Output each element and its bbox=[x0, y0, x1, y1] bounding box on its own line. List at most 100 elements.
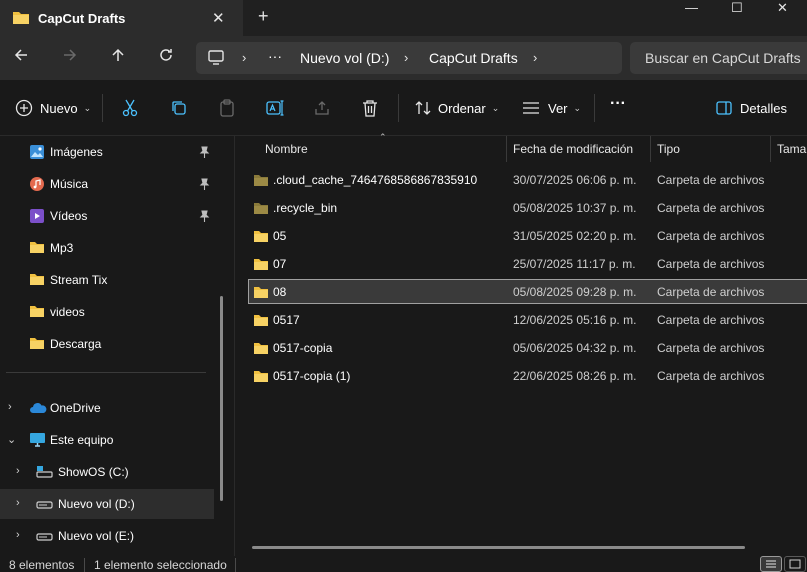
file-row[interactable]: 0517-copia (1) 22/06/2025 08:26 p. m. Ca… bbox=[249, 364, 807, 388]
column-divider[interactable] bbox=[770, 136, 771, 162]
sidebar-item-este-equipo[interactable]: ⌄ Este equipo bbox=[0, 425, 214, 455]
close-window-button[interactable]: ✕ bbox=[777, 0, 788, 16]
refresh-button[interactable] bbox=[154, 46, 178, 70]
column-date-modified[interactable]: Fecha de modificación bbox=[513, 142, 633, 156]
file-row[interactable]: 07 25/07/2025 11:17 p. m. Carpeta de arc… bbox=[249, 252, 807, 276]
chevron-right-icon[interactable]: › bbox=[8, 401, 12, 413]
sidebar-item-musica[interactable]: Música bbox=[0, 169, 214, 199]
navigation-pane: Imágenes Música Vídeos Mp3 Stream Tix vi… bbox=[0, 136, 234, 556]
sidebar-item-label: Nuevo vol (E:) bbox=[58, 529, 135, 543]
address-bar[interactable]: › ··· Nuevo vol (D:) › CapCut Drafts › bbox=[196, 42, 622, 74]
folder-icon bbox=[253, 285, 269, 302]
horizontal-scrollbar[interactable] bbox=[252, 546, 745, 549]
back-button[interactable] bbox=[9, 46, 33, 70]
tiles-view-button[interactable] bbox=[784, 556, 806, 572]
file-type: Carpeta de archivos bbox=[657, 369, 765, 383]
divider bbox=[235, 558, 236, 572]
scissors-icon bbox=[122, 99, 138, 117]
divider bbox=[594, 94, 595, 122]
window-tab[interactable]: CapCut Drafts ✕ bbox=[0, 0, 243, 36]
sort-button[interactable]: Ordenar ⌄ bbox=[414, 98, 499, 118]
divider bbox=[398, 94, 399, 122]
up-button[interactable] bbox=[106, 46, 130, 70]
view-button[interactable]: Ver ⌄ bbox=[522, 98, 581, 118]
file-date: 22/06/2025 08:26 p. m. bbox=[513, 369, 637, 383]
column-divider[interactable] bbox=[506, 136, 507, 162]
command-bar: Nuevo ⌄ Ordenar ⌄ Ver ⌄ ··· Detalles bbox=[0, 80, 807, 136]
sidebar-item-mp3[interactable]: Mp3 bbox=[0, 233, 214, 263]
folder-icon bbox=[253, 201, 269, 218]
chevron-down-icon[interactable]: ⌄ bbox=[7, 433, 16, 446]
sidebar-item-descarga[interactable]: Descarga bbox=[0, 329, 214, 359]
file-type: Carpeta de archivos bbox=[657, 201, 765, 215]
file-name: .recycle_bin bbox=[273, 201, 338, 215]
new-button[interactable]: Nuevo ⌄ bbox=[15, 98, 91, 118]
file-row[interactable]: 0517 12/06/2025 05:16 p. m. Carpeta de a… bbox=[249, 308, 807, 332]
sidebar-item-videos-library[interactable]: Vídeos bbox=[0, 201, 214, 231]
chevron-right-icon[interactable]: › bbox=[533, 50, 537, 65]
sidebar-item-drive-e[interactable]: › Nuevo vol (E:) bbox=[0, 521, 214, 551]
maximize-button[interactable]: ☐ bbox=[731, 0, 743, 16]
minimize-button[interactable]: — bbox=[685, 0, 698, 16]
breadcrumb-capcut-drafts[interactable]: CapCut Drafts bbox=[429, 50, 518, 66]
breadcrumb-drive-d[interactable]: Nuevo vol (D:) bbox=[300, 50, 389, 66]
chevron-right-icon[interactable]: › bbox=[16, 529, 20, 541]
file-date: 05/08/2025 09:28 p. m. bbox=[513, 285, 637, 299]
tab-title: CapCut Drafts bbox=[38, 11, 126, 26]
folder-icon bbox=[253, 369, 269, 386]
file-date: 05/06/2025 04:32 p. m. bbox=[513, 341, 637, 355]
folder-icon bbox=[29, 272, 45, 289]
file-name: 0517 bbox=[273, 313, 300, 327]
this-pc-icon bbox=[29, 432, 46, 451]
copy-button[interactable] bbox=[171, 98, 187, 118]
delete-button[interactable] bbox=[362, 98, 378, 118]
folder-icon bbox=[253, 173, 269, 190]
file-row[interactable]: .recycle_bin 05/08/2025 10:37 p. m. Carp… bbox=[249, 196, 807, 220]
file-date: 30/07/2025 06:06 p. m. bbox=[513, 173, 637, 187]
folder-icon bbox=[29, 240, 45, 257]
paste-button[interactable] bbox=[219, 98, 235, 118]
chevron-right-icon[interactable]: › bbox=[16, 497, 20, 509]
sidebar-item-onedrive[interactable]: › OneDrive bbox=[0, 393, 214, 423]
column-divider[interactable] bbox=[650, 136, 651, 162]
rename-button[interactable] bbox=[266, 98, 284, 118]
folder-icon bbox=[253, 341, 269, 358]
new-tab-button[interactable]: + bbox=[258, 6, 269, 27]
close-tab-icon[interactable]: ✕ bbox=[212, 9, 225, 27]
chevron-right-icon[interactable]: › bbox=[16, 465, 20, 477]
sidebar-item-drive-c[interactable]: › ShowOS (C:) bbox=[0, 457, 214, 487]
pin-icon[interactable] bbox=[199, 178, 210, 193]
file-row-selected[interactable]: 08 05/08/2025 09:28 p. m. Carpeta de arc… bbox=[248, 279, 807, 304]
column-name[interactable]: Nombre bbox=[265, 142, 308, 156]
sidebar-item-stream-tix[interactable]: Stream Tix bbox=[0, 265, 214, 295]
details-view-button[interactable] bbox=[760, 556, 782, 572]
sidebar-item-label: videos bbox=[50, 305, 85, 319]
videos-icon bbox=[29, 208, 45, 227]
file-row[interactable]: .cloud_cache_7464768586867835910 30/07/2… bbox=[249, 168, 807, 192]
file-row[interactable]: 05 31/05/2025 02:20 p. m. Carpeta de arc… bbox=[249, 224, 807, 248]
column-type[interactable]: Tipo bbox=[657, 142, 680, 156]
sidebar-scrollbar[interactable] bbox=[220, 296, 223, 501]
onedrive-icon bbox=[29, 402, 47, 417]
pin-icon[interactable] bbox=[199, 210, 210, 225]
file-name: 08 bbox=[273, 285, 287, 299]
pin-icon[interactable] bbox=[199, 146, 210, 161]
drive-icon bbox=[36, 499, 53, 513]
details-button[interactable]: Detalles bbox=[716, 98, 787, 118]
folder-icon bbox=[253, 229, 269, 246]
forward-button[interactable] bbox=[58, 46, 82, 70]
address-more-button[interactable]: ··· bbox=[268, 48, 282, 64]
view-list-icon bbox=[523, 102, 539, 114]
share-button[interactable] bbox=[314, 98, 330, 118]
more-options-button[interactable]: ··· bbox=[610, 94, 626, 114]
search-input[interactable]: Buscar en CapCut Drafts bbox=[630, 42, 807, 74]
file-row[interactable]: 0517-copia 05/06/2025 04:32 p. m. Carpet… bbox=[249, 336, 807, 360]
column-size[interactable]: Tamaño bbox=[777, 142, 807, 156]
copy-icon bbox=[172, 101, 186, 115]
file-date: 05/08/2025 10:37 p. m. bbox=[513, 201, 637, 215]
cut-button[interactable] bbox=[122, 98, 138, 118]
sidebar-item-videos[interactable]: videos bbox=[0, 297, 214, 327]
arrow-left-icon bbox=[14, 49, 27, 61]
sidebar-item-imagenes[interactable]: Imágenes bbox=[0, 137, 214, 167]
sidebar-item-drive-d[interactable]: › Nuevo vol (D:) bbox=[0, 489, 214, 519]
